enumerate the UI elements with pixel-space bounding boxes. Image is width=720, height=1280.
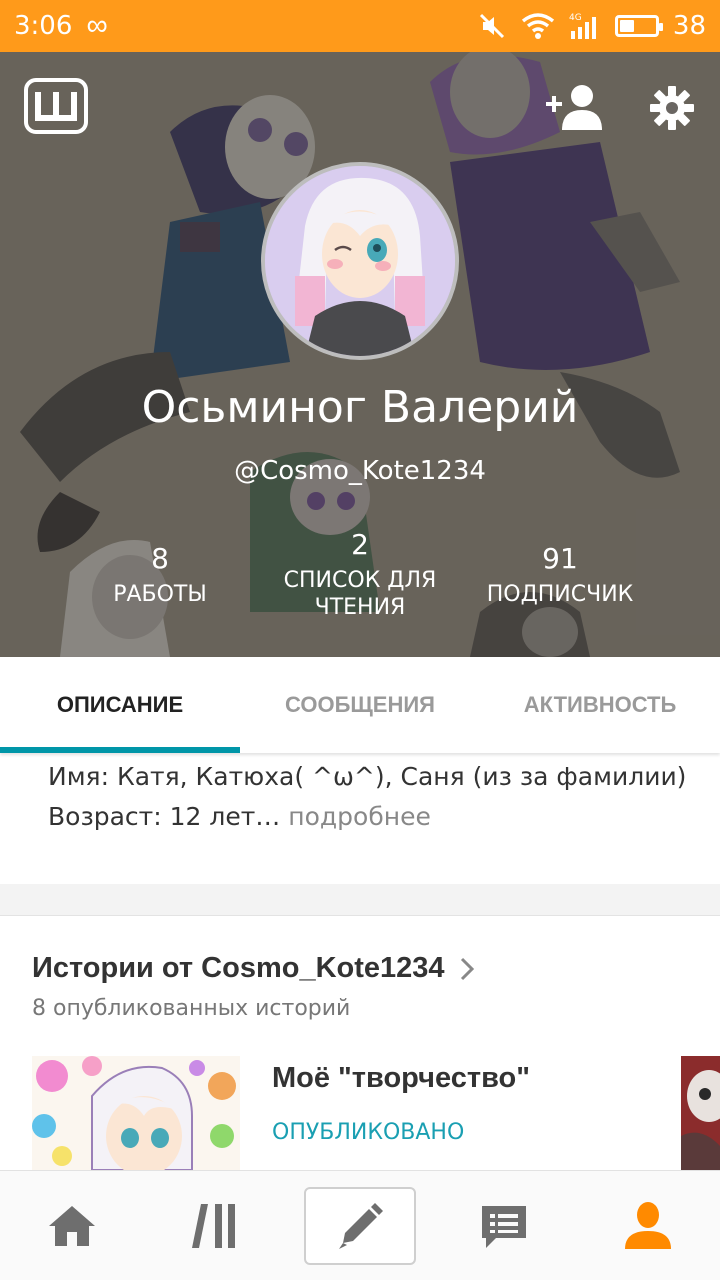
read-more-link[interactable]: подробнее	[288, 802, 431, 831]
nav-library[interactable]	[144, 1171, 288, 1280]
library-icon	[192, 1204, 235, 1248]
stat-followers[interactable]: 91 ПОДПИСЧИК	[450, 542, 670, 608]
stories-section-header[interactable]: Истории от Cosmo_Kote1234	[32, 952, 475, 985]
description-line-age: Возраст: 12 лет…	[48, 802, 281, 831]
story-status-badge: ОПУБЛИКОВАНО	[272, 1120, 465, 1145]
status-time: 3:06	[14, 11, 73, 41]
network-type: 4G	[569, 13, 582, 23]
stat-works-label: РАБОТЫ	[113, 582, 207, 607]
mute-icon	[479, 13, 504, 39]
stat-reading-list-label: СПИСОК ДЛЯ ЧТЕНИЯ	[283, 568, 437, 620]
pencil-icon	[339, 1203, 383, 1249]
profile-description: Имя: Катя, Катюха( ^ω^), Саня (из за фам…	[48, 757, 708, 837]
nav-profile[interactable]	[576, 1171, 720, 1280]
stories-title: Истории от Cosmo_Kote1234	[32, 952, 445, 984]
profile-icon	[625, 1202, 671, 1249]
status-bar: 3:06 ∞ 4G 38	[0, 0, 720, 52]
chevron-right-icon	[460, 957, 474, 980]
description-line-name: Имя: Катя, Катюха( ^ω^), Саня (из за фам…	[48, 762, 687, 791]
story-cover-image[interactable]	[32, 1056, 240, 1170]
stat-followers-label: ПОДПИСЧИК	[486, 582, 634, 607]
signal-icon: 4G	[569, 13, 596, 39]
profile-display-name: Осьминог Валерий	[141, 382, 579, 433]
add-user-icon[interactable]	[544, 84, 602, 130]
profile-username: @Cosmo_Kote1234	[234, 456, 486, 486]
stat-reading-list-value: 2	[351, 528, 369, 561]
story-title[interactable]: Моё "творчество"	[272, 1062, 530, 1095]
nav-messages[interactable]	[432, 1171, 576, 1280]
stat-followers-value: 91	[542, 542, 578, 575]
profile-header: Осьминог Валерий @Cosmo_Kote1234 8 РАБОТ…	[0, 52, 720, 657]
battery-icon	[614, 15, 663, 37]
infinity-icon: ∞	[86, 9, 108, 42]
nav-home[interactable]	[0, 1171, 144, 1280]
next-story-cover-image[interactable]	[681, 1056, 720, 1170]
tab-description[interactable]: ОПИСАНИЕ	[0, 657, 240, 753]
profile-tabs: ОПИСАНИЕ СООБЩЕНИЯ АКТИВНОСТЬ	[0, 657, 720, 753]
bottom-navigation	[0, 1170, 720, 1280]
logo-glyph	[35, 92, 77, 121]
stat-works-value: 8	[151, 542, 169, 575]
section-divider	[0, 884, 720, 916]
wattpad-logo-icon[interactable]	[24, 78, 88, 134]
tab-messages[interactable]: СООБЩЕНИЯ	[240, 657, 480, 753]
status-icons: 4G 38	[477, 11, 706, 41]
tab-activity[interactable]: АКТИВНОСТЬ	[480, 657, 720, 753]
battery-level: 38	[672, 11, 706, 41]
description-line-age-row: Возраст: 12 лет… подробнее	[48, 797, 708, 837]
gear-icon[interactable]	[650, 86, 694, 130]
stat-works[interactable]: 8 РАБОТЫ	[50, 542, 270, 608]
messages-icon	[482, 1206, 526, 1248]
stat-reading-list[interactable]: 2 СПИСОК ДЛЯ ЧТЕНИЯ	[250, 528, 470, 621]
wifi-icon	[521, 13, 554, 39]
home-icon	[49, 1206, 95, 1246]
avatar[interactable]	[261, 162, 459, 360]
stories-count: 8 опубликованных историй	[32, 996, 351, 1021]
nav-write[interactable]	[304, 1187, 416, 1265]
avatar-image	[265, 166, 455, 356]
